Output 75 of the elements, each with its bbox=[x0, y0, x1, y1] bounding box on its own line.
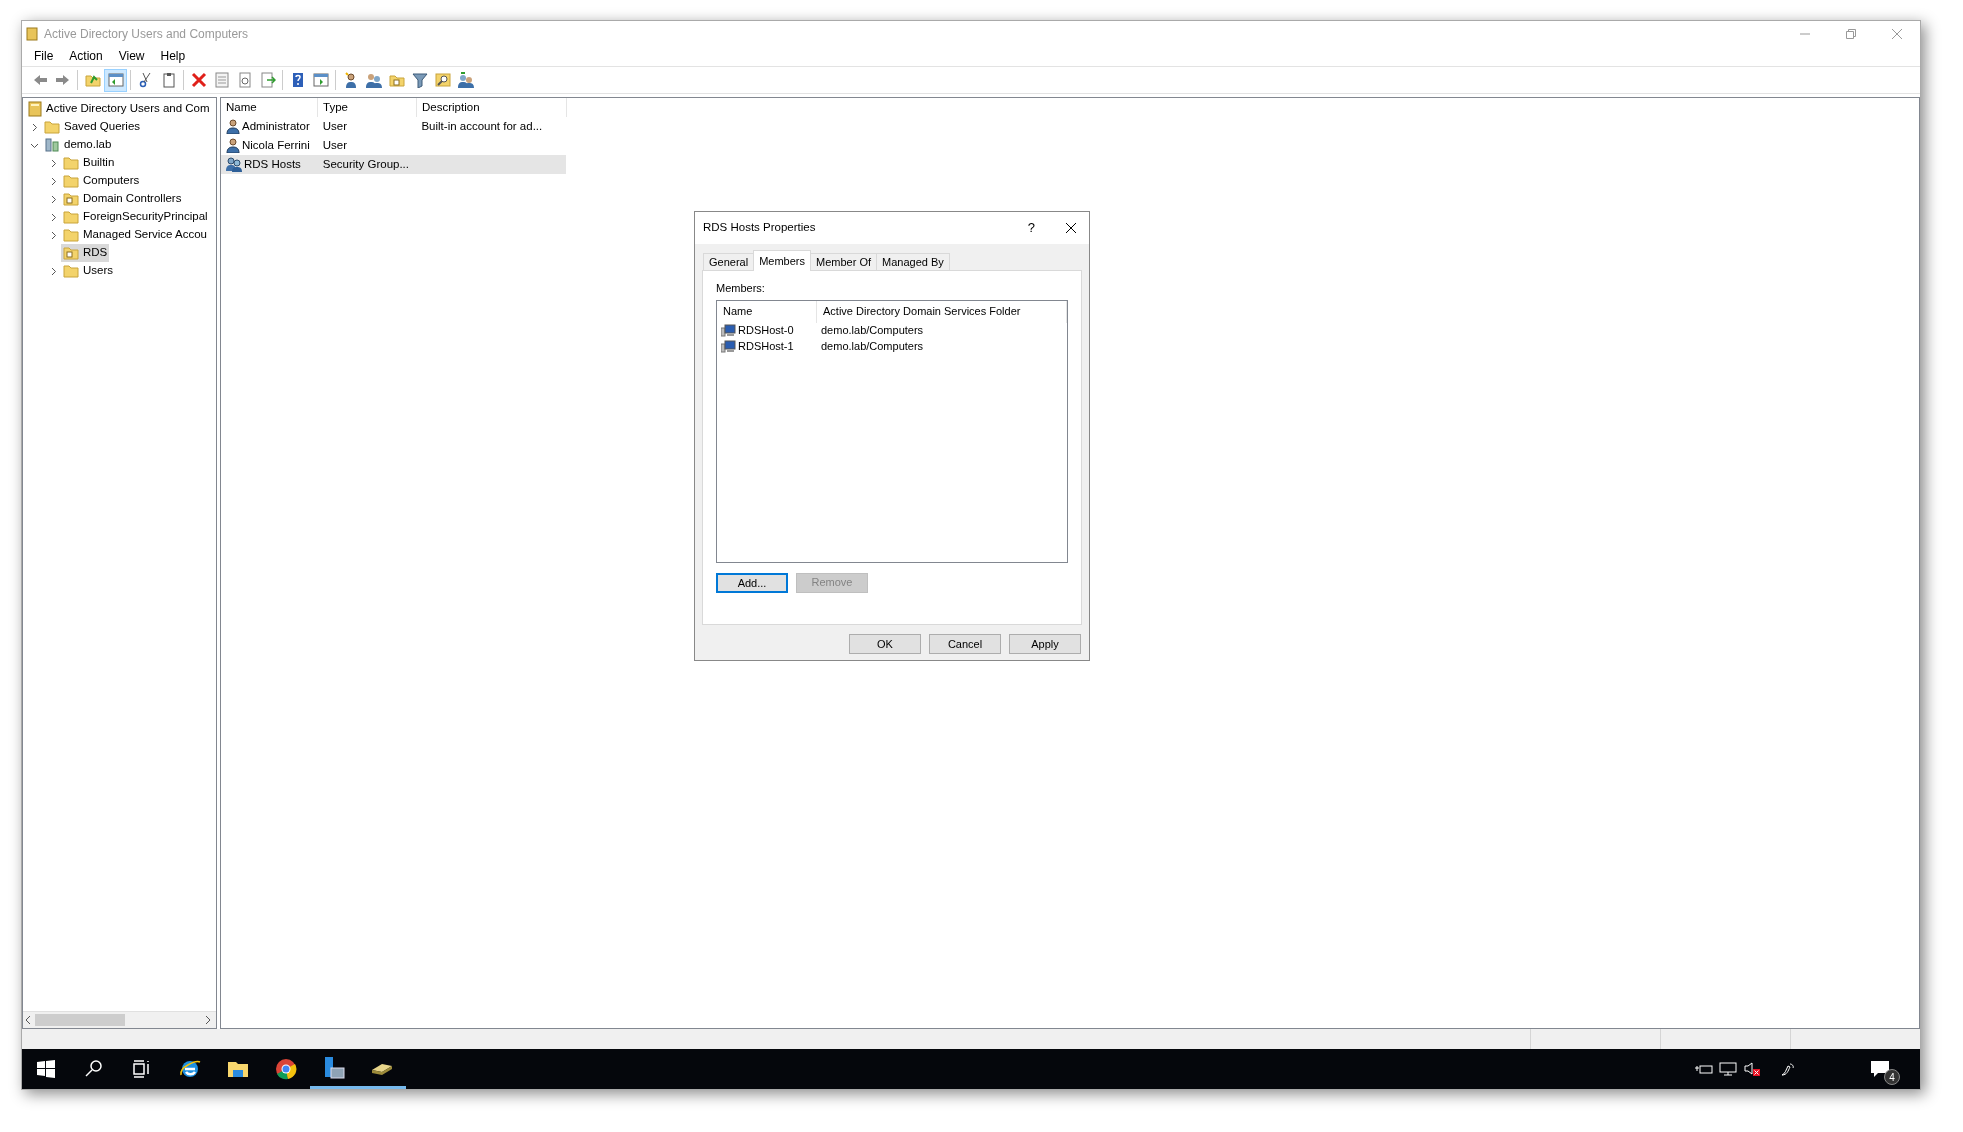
notifications-button[interactable]: 4 bbox=[1856, 1049, 1904, 1089]
tree-item[interactable]: Saved Queries bbox=[42, 118, 143, 136]
dialog-button[interactable]: Apply bbox=[1009, 634, 1081, 654]
scroll-right-icon bbox=[203, 1015, 213, 1025]
tree-item[interactable]: Computers bbox=[61, 172, 142, 190]
list-cell-text: Nicola Ferrini bbox=[242, 137, 310, 153]
scroll-left-icon bbox=[23, 1015, 33, 1025]
network-icon bbox=[1719, 1061, 1737, 1077]
chrome-icon[interactable] bbox=[274, 1057, 298, 1081]
column-header[interactable]: Active Directory Domain Services Folder bbox=[817, 300, 1067, 323]
horizontal-scrollbar[interactable] bbox=[23, 1011, 216, 1028]
pen-icon bbox=[1779, 1061, 1795, 1077]
members-label: Members: bbox=[716, 281, 766, 296]
window-title: Active Directory Users and Computers bbox=[44, 25, 249, 43]
close-icon[interactable] bbox=[1065, 222, 1077, 234]
list-cell-text: demo.lab/Computers bbox=[821, 323, 924, 339]
muted-speaker-icon bbox=[1743, 1061, 1761, 1077]
tab[interactable]: Managed By bbox=[876, 253, 950, 271]
folder-icon bbox=[63, 210, 79, 224]
dialog-title: RDS Hosts Properties bbox=[703, 220, 816, 236]
list-row[interactable]: Nicola Ferrini User bbox=[221, 136, 566, 155]
list-cell-text: RDSHost-0 bbox=[738, 323, 794, 339]
column-header[interactable]: Description bbox=[417, 98, 567, 117]
dialog-button[interactable]: Add... bbox=[716, 572, 788, 593]
tree-item[interactable]: Domain Controllers bbox=[61, 190, 184, 208]
tree-item[interactable]: ForeignSecurityPrincipal bbox=[61, 208, 210, 226]
help-button[interactable]: ? bbox=[1027, 218, 1035, 238]
folder-icon bbox=[44, 120, 60, 134]
folder-icon bbox=[63, 156, 79, 170]
list-cell-text: User bbox=[322, 137, 347, 153]
list-cell-text: Security Group... bbox=[322, 156, 409, 172]
notifications-icon[interactable] bbox=[1870, 1060, 1890, 1078]
users-icon bbox=[226, 157, 242, 172]
tree-item[interactable]: Active Directory Users and Com bbox=[26, 100, 212, 118]
battery-icon bbox=[1695, 1062, 1713, 1076]
tab[interactable]: General bbox=[703, 253, 755, 271]
tree-item[interactable]: demo.lab bbox=[42, 136, 114, 154]
tree-item[interactable]: RDS bbox=[61, 244, 110, 262]
computer-icon bbox=[721, 324, 736, 337]
notification-count: 4 bbox=[1884, 1069, 1900, 1085]
server-icon bbox=[44, 138, 60, 152]
dialog-button[interactable]: Cancel bbox=[929, 634, 1001, 654]
list-cell-text: RDSHost-1 bbox=[738, 339, 794, 355]
folder-icon bbox=[63, 264, 79, 278]
menu-item[interactable]: View bbox=[110, 47, 153, 65]
tree-item[interactable]: Builtin bbox=[61, 154, 117, 172]
tree-item[interactable]: Users bbox=[61, 262, 116, 280]
list-row[interactable]: RDS Hosts Security Group... bbox=[221, 155, 566, 174]
app-icon bbox=[26, 26, 38, 41]
list-cell-text: Administrator bbox=[242, 118, 310, 134]
book-icon bbox=[28, 101, 42, 117]
folder-icon bbox=[63, 246, 79, 260]
user-icon bbox=[226, 119, 240, 134]
tree-item[interactable]: Managed Service Accou bbox=[61, 226, 210, 244]
dialog-button[interactable]: OK bbox=[849, 634, 921, 654]
tab[interactable]: Members bbox=[753, 250, 811, 271]
list-cell-text: demo.lab/Computers bbox=[821, 339, 924, 355]
folder-icon bbox=[63, 192, 79, 206]
user-icon bbox=[226, 138, 240, 153]
restore-icon[interactable] bbox=[1845, 27, 1857, 40]
list-row[interactable]: Administrator User Built-in account for ad... bbox=[221, 117, 566, 136]
menu-item[interactable]: Action bbox=[61, 47, 111, 65]
column-header[interactable]: Name bbox=[717, 300, 817, 323]
menu-item[interactable]: File bbox=[26, 47, 62, 65]
column-header[interactable]: Name bbox=[221, 98, 318, 117]
list-cell-text: User bbox=[322, 118, 347, 134]
server-manager-icon[interactable] bbox=[322, 1055, 346, 1080]
list-cell-text: RDS Hosts bbox=[244, 156, 301, 172]
list-cell-text: Built-in account for ad... bbox=[421, 118, 543, 134]
computer-icon bbox=[721, 340, 736, 353]
start-icon[interactable] bbox=[34, 1057, 58, 1081]
folder-icon bbox=[63, 228, 79, 242]
menu-item[interactable]: Help bbox=[152, 47, 194, 65]
folder-icon bbox=[63, 174, 79, 188]
column-header[interactable]: Type bbox=[318, 98, 417, 117]
